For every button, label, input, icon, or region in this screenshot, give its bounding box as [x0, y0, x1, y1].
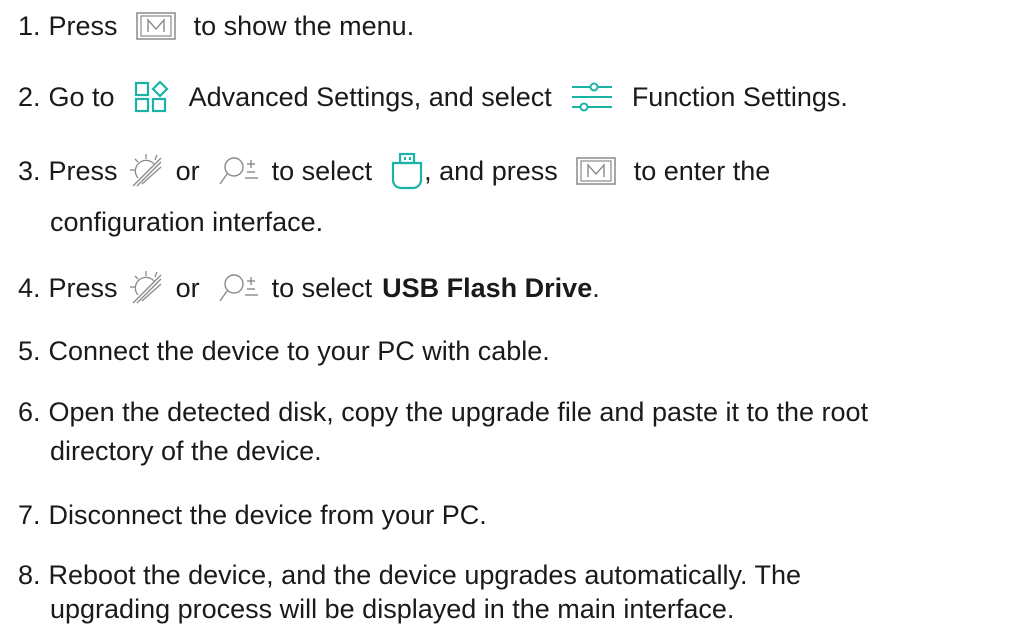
- upgrade-steps-list: 1. Press to show the menu. 2. Go to Adva…: [0, 0, 1026, 625]
- step-7: 7. Disconnect the device from your PC.: [18, 495, 487, 535]
- step-3-continuation: configuration interface.: [50, 207, 324, 237]
- step-number: 1.: [18, 11, 41, 41]
- step-number: 6.: [18, 397, 41, 427]
- step-text: or: [175, 273, 200, 303]
- step-6: 6. Open the detected disk, copy the upgr…: [18, 392, 868, 432]
- step-text: .: [592, 273, 600, 303]
- step-1: 1. Press to show the menu.: [18, 6, 414, 46]
- brightness-icon: [128, 269, 166, 307]
- step-number: 7.: [18, 500, 41, 530]
- step-number: 5.: [18, 336, 41, 366]
- usb-flash-drive-option: USB Flash Drive: [382, 273, 593, 303]
- step-number: 4.: [18, 273, 41, 303]
- step-text: Press: [48, 273, 118, 303]
- advanced-settings-icon: [133, 80, 171, 114]
- function-settings-icon: [570, 82, 614, 112]
- step-text: or: [175, 156, 200, 186]
- step-text: Disconnect the device from your PC.: [48, 500, 487, 530]
- step-text: Connect the device to your PC with cable…: [48, 336, 550, 366]
- step-text: Press: [48, 11, 118, 41]
- step-number: 2.: [18, 82, 41, 112]
- step-text: to select: [271, 156, 373, 186]
- usb-icon: [390, 152, 424, 190]
- brightness-icon: [128, 152, 166, 190]
- zoom-icon: [218, 271, 262, 305]
- step-text: to enter the: [633, 156, 771, 186]
- step-text: Open the detected disk, copy the upgrade…: [48, 397, 869, 427]
- step-4: 4. Press or to select USB Flash Drive .: [18, 268, 600, 308]
- step-number: 3.: [18, 156, 41, 186]
- step-2: 2. Go to Advanced Settings, and select F…: [18, 77, 848, 117]
- m-button-icon: [135, 12, 176, 40]
- step-text: to show the menu.: [193, 11, 415, 41]
- step-6-continuation: directory of the device.: [50, 436, 322, 466]
- step-text: , and press: [424, 156, 558, 186]
- step-text: Advanced Settings, and select: [188, 82, 552, 112]
- step-text: Press: [48, 156, 118, 186]
- step-5: 5. Connect the device to your PC with ca…: [18, 331, 550, 371]
- step-number: 8.: [18, 560, 41, 590]
- m-button-icon: [575, 157, 616, 185]
- step-text: Go to: [48, 82, 115, 112]
- zoom-icon: [218, 154, 262, 188]
- step-3: 3. Press or to select , and press to ent…: [18, 151, 770, 191]
- step-text: to select: [271, 273, 373, 303]
- step-8-continuation: upgrading process will be displayed in t…: [50, 594, 735, 624]
- step-text: Function Settings.: [631, 82, 848, 112]
